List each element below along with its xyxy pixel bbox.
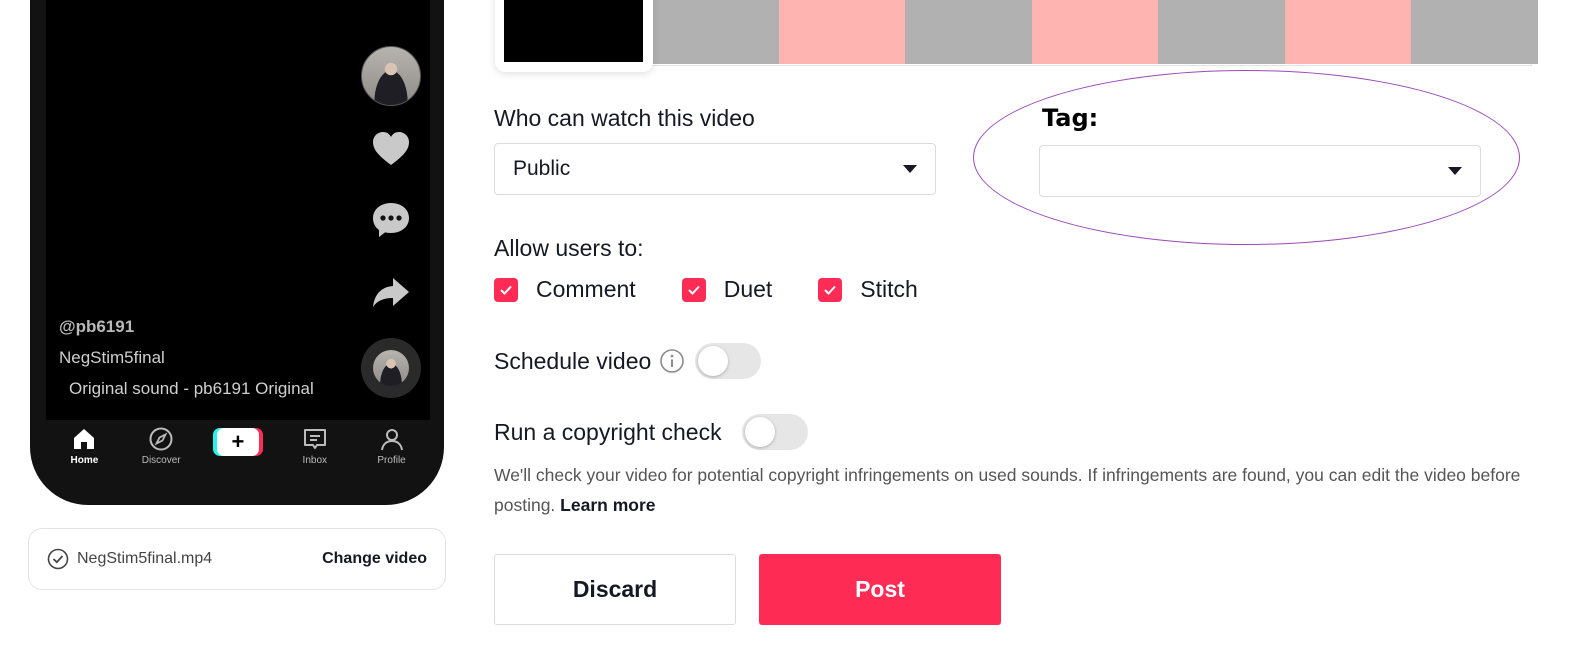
compass-icon [149, 427, 173, 451]
privacy-select[interactable]: Public [494, 143, 936, 195]
nav-inbox: Inbox [285, 426, 345, 466]
check-label: Duet [723, 276, 773, 302]
video-caption: NegStim5final [59, 348, 165, 367]
sound-name: Original sound - pb6191 Original sound [69, 379, 319, 398]
learn-more-link[interactable]: Learn more [560, 495, 655, 515]
cover-frame-thumb [1284, 0, 1411, 64]
cover-thumbnail [504, 0, 643, 62]
disc-avatar [373, 350, 409, 386]
nav-profile: Profile [362, 426, 422, 466]
checkmark-icon [687, 285, 700, 295]
checkmark-icon [824, 285, 837, 295]
schedule-label: Schedule video [494, 347, 652, 374]
nav-discover: Discover [131, 426, 191, 466]
schedule-toggle[interactable] [695, 343, 762, 379]
allow-stitch[interactable]: Stitch [818, 276, 918, 303]
checkbox[interactable] [818, 277, 843, 302]
copyright-label: Run a copyright check [494, 418, 722, 445]
profile-icon [380, 429, 403, 451]
cover-frame-thumb [1031, 0, 1158, 64]
video-handle: @pb6191 [59, 317, 135, 336]
chevron-down-icon [1448, 167, 1462, 175]
cover-frame-thumb [905, 0, 1032, 64]
post-button[interactable]: Post [759, 554, 1001, 625]
create-icon: + [216, 428, 259, 456]
copyright-row: Run a copyright check [494, 414, 808, 450]
allow-options: Comment Duet Stitch [494, 276, 964, 303]
tag-select[interactable] [1039, 145, 1481, 197]
toggle-knob [698, 346, 729, 376]
copyright-description: We'll check your video for potential cop… [494, 460, 1534, 520]
checkmark-icon [500, 285, 512, 295]
sound-row: Original sound - pb6191 Original sound [59, 378, 319, 400]
copyright-toggle[interactable] [741, 414, 808, 450]
checkbox[interactable] [681, 277, 706, 302]
allow-comment[interactable]: Comment [494, 276, 636, 303]
cover-strip[interactable] [652, 0, 1538, 66]
file-name: NegStim5final.mp4 [77, 550, 213, 567]
music-disc [361, 338, 421, 398]
check-label: Stitch [860, 276, 918, 302]
nav-label: Discover [141, 455, 181, 466]
nav-label: Inbox [302, 455, 328, 466]
allow-label: Allow users to: [494, 235, 644, 261]
allow-duet[interactable]: Duet [681, 276, 773, 303]
cover-frame-thumb [652, 0, 779, 64]
cover-frame-thumb [1158, 0, 1285, 64]
heart-icon [373, 132, 409, 165]
phone-preview: @pb6191 NegStim5final Original sound - p… [30, 0, 444, 505]
privacy-label: Who can watch this video [494, 105, 755, 131]
file-card: NegStim5final.mp4 Change video [28, 528, 446, 590]
check-circle-icon [47, 548, 69, 570]
schedule-row: Schedule video [494, 343, 762, 379]
cover-frame-thumb [1411, 0, 1538, 64]
tag-label: Tag: [1042, 104, 1099, 132]
info-icon[interactable] [659, 348, 685, 374]
home-icon [74, 429, 95, 449]
nav-home: Home [54, 426, 114, 466]
bottom-nav: Home Discover + Inbox Profile [46, 420, 430, 480]
share-icon [373, 278, 409, 307]
checkbox[interactable] [494, 277, 518, 302]
nav-create: + [208, 426, 268, 456]
cover-frame-thumb [778, 0, 905, 64]
privacy-value: Public [513, 157, 571, 180]
toggle-knob [744, 417, 775, 447]
comment-icon [373, 203, 409, 237]
nav-label: Home [70, 455, 99, 466]
discard-button[interactable]: Discard [494, 554, 736, 625]
inbox-icon [303, 429, 326, 449]
nav-label: Profile [377, 455, 406, 466]
chevron-down-icon [903, 165, 917, 173]
cover-selector[interactable] [495, 0, 653, 72]
check-label: Comment [536, 276, 636, 302]
change-video-button[interactable]: Change video [322, 550, 427, 568]
creator-avatar [361, 46, 421, 106]
